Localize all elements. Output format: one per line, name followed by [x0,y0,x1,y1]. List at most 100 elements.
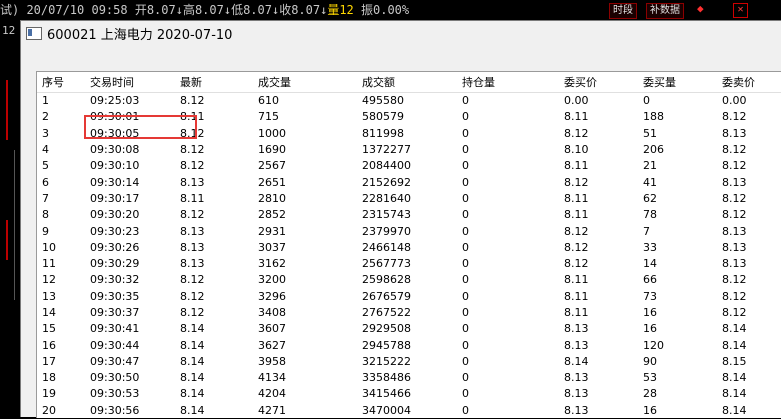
table-cell: 8.14 [180,403,205,417]
table-cell: 0 [462,371,469,385]
table-cell: 8.12 [180,273,205,287]
table-cell: 3200 [258,273,286,287]
table-row[interactable]: 18 09:30:50 8.14 4134 3358486 0 8.13 53 8.14 [37,370,781,386]
table-row[interactable]: 11 09:30:29 8.13 3162 2567773 0 8.12 14 8.13 [37,256,781,272]
table-cell: 8.14 [180,387,205,401]
table-cell: 8.11 [564,110,589,124]
table-row[interactable]: 1 09:25:03 8.12 610 495580 0 0.00 0 0.00 [37,93,781,110]
table-cell: 8.12 [722,159,747,173]
table-cell: 2466148 [362,240,411,254]
table-cell: 0 [462,159,469,173]
table-cell: 6 [42,175,49,189]
table-row[interactable]: 7 09:30:17 8.11 2810 2281640 0 8.11 62 8.12 [37,191,781,207]
table-cell: 10 [42,240,56,254]
table-cell: 8.12 [722,273,747,287]
table-cell: 8.12 [722,289,747,303]
table-cell: 2767522 [362,306,411,319]
table-cell: 8.13 [722,240,747,254]
table-cell: 09:30:17 [90,191,140,205]
table-cell: 0 [462,110,469,124]
table-row[interactable]: 6 09:30:14 8.13 2651 2152692 0 8.12 41 8.13 [37,174,781,190]
table-cell: 78 [643,208,657,222]
table-cell: 8.12 [180,159,205,173]
table-cell: 0 [462,354,469,368]
table-cell: 09:30:35 [90,289,140,303]
supplement-data-button[interactable]: 补数据 [646,3,684,19]
table-cell: 8.14 [722,403,747,417]
table-cell: 8.12 [564,224,589,238]
table-cell: 09:25:03 [90,94,140,108]
column-header[interactable]: 委卖价 [722,72,781,93]
column-header[interactable]: 委买量 [643,72,722,93]
warning-icon[interactable]: ◆ [697,3,709,15]
table-cell: 0 [462,257,469,271]
table-cell: 09:30:47 [90,354,140,368]
table-cell: 0 [462,126,469,140]
table-cell: 8.12 [564,126,589,140]
table-cell: 610 [258,94,279,108]
window-titlebar[interactable]: 600021 上海电力 2020-07-10 [21,21,781,46]
table-cell: 53 [643,371,657,385]
column-header[interactable]: 成交额 [362,72,462,93]
column-header[interactable]: 成交量 [258,72,362,93]
close-icon[interactable]: ✕ [733,3,748,18]
table-cell: 3296 [258,289,286,303]
table-cell: 2567 [258,159,286,173]
table-cell: 8.12 [722,143,747,157]
table-cell: 8.13 [564,371,589,385]
table-cell: 2810 [258,191,286,205]
table-row[interactable]: 16 09:30:44 8.14 3627 2945788 0 8.13 120 8.14 [37,337,781,353]
table-cell: 8.13 [180,175,205,189]
table-row[interactable]: 17 09:30:47 8.14 3958 3215222 0 8.14 90 8.15 [37,354,781,370]
table-row[interactable]: 15 09:30:41 8.14 3607 2929508 0 8.13 16 8.14 [37,321,781,337]
timeslot-button[interactable]: 时段 [609,3,637,19]
table-row[interactable]: 20 09:30:56 8.14 4271 3470004 0 8.13 16 8.14 [37,403,781,419]
table-cell: 8.12 [722,306,747,319]
table-cell: 16 [643,306,657,319]
table-cell: 2567773 [362,257,411,271]
table-row[interactable]: 4 09:30:08 8.12 1690 1372277 0 8.10 206 8.12 [37,142,781,158]
table-cell: 14 [643,257,657,271]
table-cell: 3627 [258,338,286,352]
table-cell: 2945788 [362,338,411,352]
table-cell: 0 [462,224,469,238]
table-cell: 495580 [362,94,404,108]
table-cell: 0 [462,403,469,417]
table-cell: 8.14 [722,371,747,385]
table-cell: 09:30:26 [90,240,140,254]
tick-detail-window: 600021 上海电力 2020-07-10 序号 交易时间 最新 成交量 成交额 持仓量… [20,20,781,419]
table-cell: 09:30:56 [90,403,140,417]
table-cell: 8.13 [564,322,589,336]
table-cell: 41 [643,175,657,189]
table-cell: 8.12 [564,175,589,189]
table-row[interactable]: 10 09:30:26 8.13 3037 2466148 0 8.12 33 8.13 [37,240,781,256]
table-cell: 3958 [258,354,286,368]
table-cell: 0 [462,208,469,222]
table-cell: 8 [42,208,49,222]
column-header[interactable]: 最新 [180,72,258,93]
table-cell: 21 [643,159,657,173]
column-header[interactable]: 序号 [37,72,90,93]
table-cell: 66 [643,273,657,287]
table-cell: 0 [462,175,469,189]
table-row[interactable]: 8 09:30:20 8.12 2852 2315743 0 8.11 78 8.12 [37,207,781,223]
table-row[interactable]: 12 09:30:32 8.12 3200 2598628 0 8.11 66 8.12 [37,272,781,288]
table-cell: 8.13 [180,224,205,238]
table-cell: 8.12 [180,143,205,157]
table-cell: 120 [643,338,664,352]
table-row[interactable]: 9 09:30:23 8.13 2931 2379970 0 8.12 7 8.13 [37,223,781,239]
column-header[interactable]: 交易时间 [90,72,180,93]
highlight-box [84,115,197,139]
column-header[interactable]: 持仓量 [462,72,564,93]
table-cell: 8.13 [564,387,589,401]
table-cell: 17 [42,354,56,368]
table-cell: 33 [643,240,657,254]
table-cell: 3607 [258,322,286,336]
table-row[interactable]: 19 09:30:53 8.14 4204 3415466 0 8.13 28 8.14 [37,386,781,402]
column-header[interactable]: 委买价 [564,72,643,93]
table-row[interactable]: 13 09:30:35 8.12 3296 2676579 0 8.11 73 8.12 [37,289,781,305]
table-row[interactable]: 14 09:30:37 8.12 3408 2767522 0 8.11 16 8.12 [37,305,781,321]
table-row[interactable]: 5 09:30:10 8.12 2567 2084400 0 8.11 21 8.12 [37,158,781,174]
table-cell: 8.13 [564,338,589,352]
table-cell: 0 [462,338,469,352]
